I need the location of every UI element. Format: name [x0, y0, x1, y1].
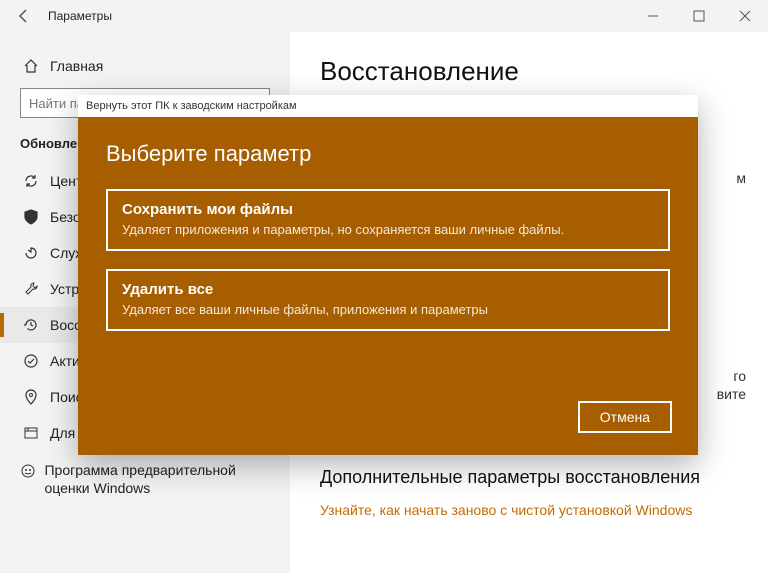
sidebar-item-insider[interactable]: Программа предварительной оценки Windows [0, 451, 290, 507]
sidebar-home[interactable]: Главная [0, 52, 290, 88]
home-icon [20, 58, 42, 74]
back-arrow-icon [16, 8, 32, 24]
shield-icon [20, 209, 42, 225]
wrench-icon [20, 281, 42, 297]
dialog-heading: Выберите параметр [106, 141, 670, 167]
option-title: Удалить все [122, 281, 654, 298]
bg-text-fragment: вите [717, 386, 746, 402]
history-icon [20, 317, 42, 333]
sidebar-item-label: Программа предварительной оценки Windows [44, 461, 270, 497]
option-title: Сохранить мои файлы [122, 201, 654, 218]
sidebar-home-label: Главная [50, 58, 103, 74]
page-heading: Восстановление [320, 56, 738, 87]
window-title: Параметры [48, 9, 112, 23]
insider-icon [20, 463, 36, 479]
reset-pc-dialog: Вернуть этот ПК к заводским настройкам В… [78, 95, 698, 455]
maximize-button[interactable] [676, 0, 722, 32]
location-icon [20, 389, 42, 405]
option-keep-files[interactable]: Сохранить мои файлы Удаляет приложения и… [106, 189, 670, 251]
check-icon [20, 353, 42, 369]
dialog-titlebar: Вернуть этот ПК к заводским настройкам [78, 95, 698, 117]
minimize-button[interactable] [630, 0, 676, 32]
advanced-heading: Дополнительные параметры восстановления [320, 467, 738, 488]
close-button[interactable] [722, 0, 768, 32]
backup-icon [20, 245, 42, 261]
code-icon [20, 425, 42, 441]
cancel-button[interactable]: Отмена [578, 401, 672, 433]
bg-text-fragment: м [736, 170, 746, 186]
option-remove-all[interactable]: Удалить все Удаляет все ваши личные файл… [106, 269, 670, 331]
back-button[interactable] [8, 8, 40, 24]
option-desc: Удаляет все ваши личные файлы, приложени… [122, 302, 654, 317]
advanced-link[interactable]: Узнайте, как начать заново с чистой уста… [320, 502, 738, 518]
option-desc: Удаляет приложения и параметры, но сохра… [122, 222, 654, 237]
bg-text-fragment: го [733, 368, 746, 384]
sync-icon [20, 173, 42, 189]
window-titlebar: Параметры [0, 0, 768, 32]
